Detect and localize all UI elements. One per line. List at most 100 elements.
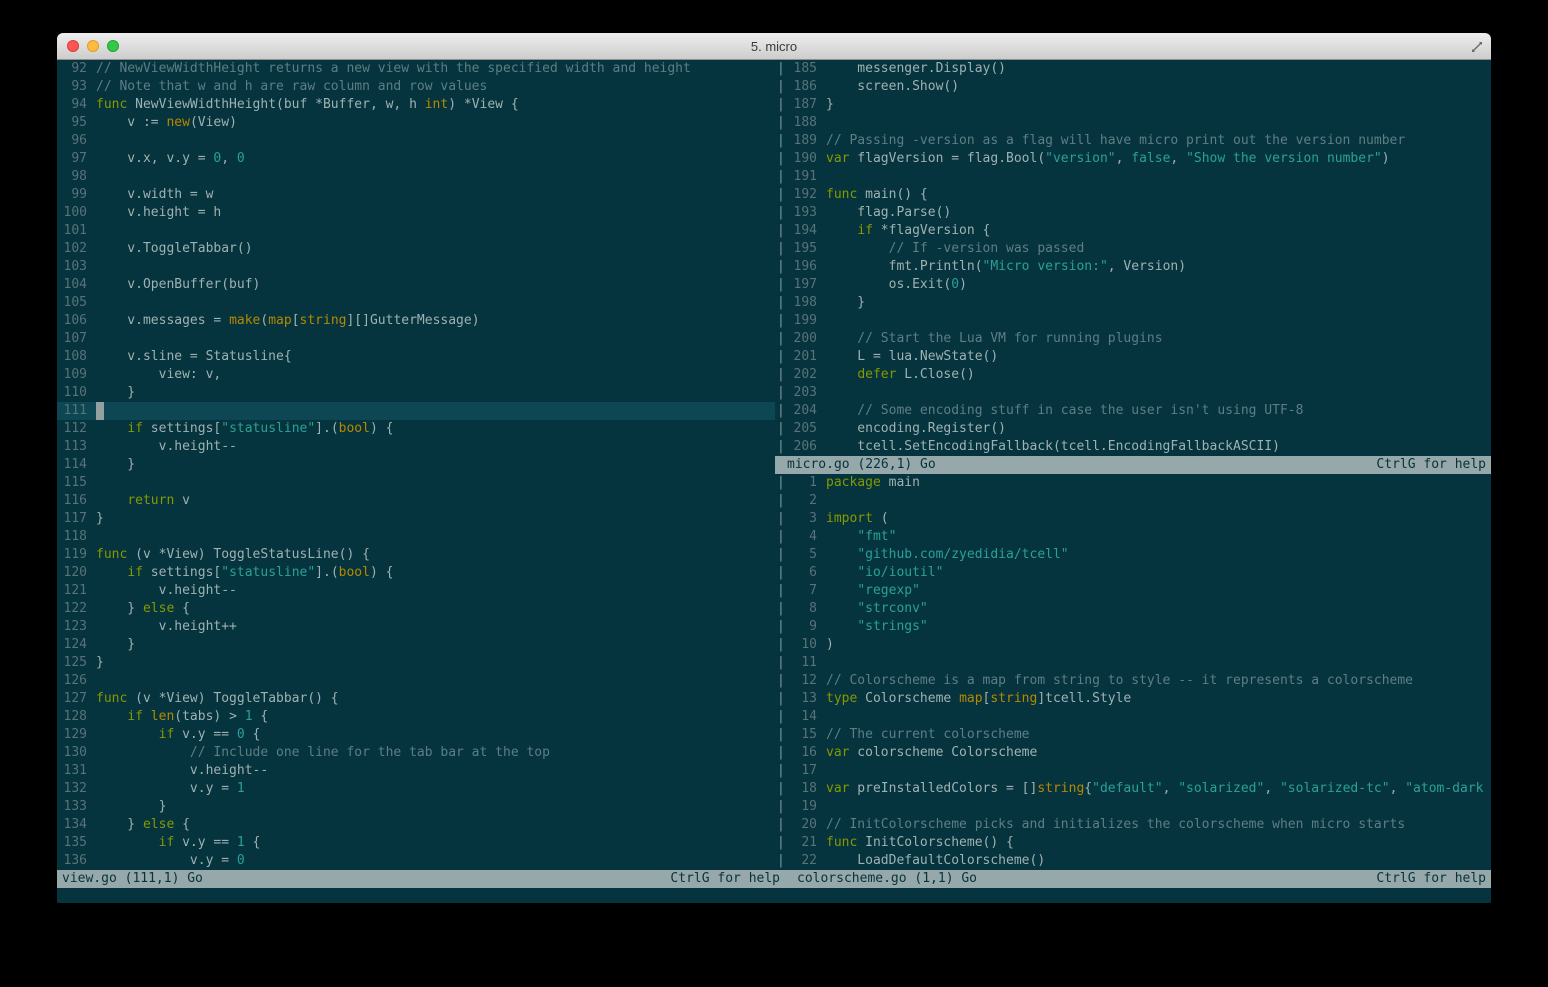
code-line[interactable]: 130 // Include one line for the tab bar … <box>57 744 775 762</box>
code-line[interactable]: | 10) <box>775 636 1491 654</box>
code-line[interactable]: | 198 } <box>775 294 1491 312</box>
code-line[interactable]: | 199 <box>775 312 1491 330</box>
code-line[interactable]: 135 if v.y == 1 { <box>57 834 775 852</box>
code-line[interactable]: | 189// Passing -version as a flag will h… <box>775 132 1491 150</box>
code-line[interactable]: | 203 <box>775 384 1491 402</box>
code-line[interactable]: 106 v.messages = make(map[string][]Gutte… <box>57 312 775 330</box>
code-line[interactable]: | 196 fmt.Println("Micro version:", Versi… <box>775 258 1491 276</box>
code-line[interactable]: | 14 <box>775 708 1491 726</box>
code-line[interactable]: | 6 "io/ioutil" <box>775 564 1491 582</box>
code-line[interactable]: 120 if settings["statusline"].(bool) { <box>57 564 775 582</box>
code-line[interactable]: 94 func NewViewWidthHeight(buf *Buffer, w… <box>57 96 775 114</box>
code-line[interactable]: | 191 <box>775 168 1491 186</box>
code-line[interactable]: | 13 type Colorscheme map[string]tcell.Sty… <box>775 690 1491 708</box>
code-line[interactable]: 118 <box>57 528 775 546</box>
code-line[interactable]: | 205 encoding.Register() <box>775 420 1491 438</box>
pane-view-go: 92// NewViewWidthHeight returns a new vi… <box>57 60 775 870</box>
code-line[interactable]: 110 } <box>57 384 775 402</box>
code-line[interactable]: | 19 <box>775 798 1491 816</box>
code-line[interactable]: | 11 <box>775 654 1491 672</box>
code-line[interactable]: | 185 messenger.Display() <box>775 60 1491 78</box>
code-line[interactable]: 95 v := new(View) <box>57 114 775 132</box>
code-line[interactable]: 109 view: v, <box>57 366 775 384</box>
code-line[interactable]: 101 <box>57 222 775 240</box>
code-line[interactable]: 129 if v.y == 0 { <box>57 726 775 744</box>
code-line[interactable]: 114 } <box>57 456 775 474</box>
close-button[interactable] <box>67 40 79 52</box>
code-line[interactable]: 107 <box>57 330 775 348</box>
code-line[interactable]: | 195 // If -version was passed <box>775 240 1491 258</box>
code-line[interactable]: | 17 <box>775 762 1491 780</box>
code-line[interactable]: | 201 L = lua.NewState() <box>775 348 1491 366</box>
code-line[interactable]: | 190 var flagVersion = flag.Bool("version… <box>775 150 1491 168</box>
code-line[interactable]: 125} <box>57 654 775 672</box>
code-line[interactable]: | 192 func main() { <box>775 186 1491 204</box>
code-line[interactable]: | 197 os.Exit(0) <box>775 276 1491 294</box>
code-line[interactable]: | 2 <box>775 492 1491 510</box>
code-line[interactable]: | 21 func InitColorscheme() { <box>775 834 1491 852</box>
code-line[interactable]: | 188 <box>775 114 1491 132</box>
terminal-window: 5. micro 92// NewViewWidthHeight returns… <box>57 33 1491 903</box>
code-line[interactable]: | 12// Colorscheme is a map from string t… <box>775 672 1491 690</box>
code-line[interactable]: | 194 if *flagVersion { <box>775 222 1491 240</box>
code-line[interactable]: | 202 defer L.Close() <box>775 366 1491 384</box>
code-line[interactable]: 132 v.y = 1 <box>57 780 775 798</box>
code-line[interactable]: 119 func (v *View) ToggleStatusLine() { <box>57 546 775 564</box>
code-line[interactable]: | 193 flag.Parse() <box>775 204 1491 222</box>
command-message-line[interactable] <box>57 888 1491 903</box>
code-line[interactable]: 131 v.height-- <box>57 762 775 780</box>
code-line[interactable]: | 4 "fmt" <box>775 528 1491 546</box>
code-line[interactable]: 128 if len(tabs) > 1 { <box>57 708 775 726</box>
code-line[interactable]: 121 v.height-- <box>57 582 775 600</box>
code-line[interactable]: | 20// InitColorscheme picks and initiali… <box>775 816 1491 834</box>
code-line[interactable]: | 5 "github.com/zyedidia/tcell" <box>775 546 1491 564</box>
code-line[interactable]: 127 func (v *View) ToggleTabbar() { <box>57 690 775 708</box>
resize-icon[interactable] <box>1470 39 1484 53</box>
code-line[interactable]: 123 v.height++ <box>57 618 775 636</box>
code-line[interactable]: | 206 tcell.SetEncodingFallback(tcell.Enc… <box>775 438 1491 456</box>
code-line[interactable]: | 9 "strings" <box>775 618 1491 636</box>
minimize-button[interactable] <box>87 40 99 52</box>
code-line[interactable]: 108 v.sline = Statusline{ <box>57 348 775 366</box>
code-line[interactable]: 93// Note that w and h are raw column an… <box>57 78 775 96</box>
code-line[interactable]: 97 v.x, v.y = 0, 0 <box>57 150 775 168</box>
code-line[interactable]: | 204 // Some encoding stuff in case the … <box>775 402 1491 420</box>
code-line[interactable]: | 18 var preInstalledColors = []string{"de… <box>775 780 1491 798</box>
code-line[interactable]: 136 v.y = 0 <box>57 852 775 870</box>
code-line[interactable]: | 16 var colorscheme Colorscheme <box>775 744 1491 762</box>
code-line[interactable]: 133 } <box>57 798 775 816</box>
code-line[interactable]: | 8 "strconv" <box>775 600 1491 618</box>
code-line[interactable]: 134 } else { <box>57 816 775 834</box>
line-number: 9 <box>809 619 817 634</box>
titlebar[interactable]: 5. micro <box>57 33 1491 60</box>
code-line[interactable]: 124 } <box>57 636 775 654</box>
code-line[interactable]: 102 v.ToggleTabbar() <box>57 240 775 258</box>
code-line[interactable]: 99 v.width = w <box>57 186 775 204</box>
code-line[interactable]: | 22 LoadDefaultColorscheme() <box>775 852 1491 870</box>
code-line[interactable]: 100 v.height = h <box>57 204 775 222</box>
code-line[interactable]: 104 v.OpenBuffer(buf) <box>57 276 775 294</box>
code-line[interactable]: 117} <box>57 510 775 528</box>
code-line[interactable]: | 200 // Start the Lua VM for running plu… <box>775 330 1491 348</box>
code-line[interactable]: 96 <box>57 132 775 150</box>
code-line[interactable]: | 1 package main <box>775 474 1491 492</box>
code-line[interactable]: 113 v.height-- <box>57 438 775 456</box>
zoom-button[interactable] <box>107 40 119 52</box>
code-line[interactable]: | 3 import ( <box>775 510 1491 528</box>
split-divider: | <box>777 601 785 616</box>
code-line[interactable]: | 187} <box>775 96 1491 114</box>
code-line[interactable]: | 186 screen.Show() <box>775 78 1491 96</box>
code-line[interactable]: 111 <box>57 402 775 420</box>
code-line[interactable]: | 7 "regexp" <box>775 582 1491 600</box>
code-line[interactable]: 105 <box>57 294 775 312</box>
code-line[interactable]: 116 return v <box>57 492 775 510</box>
code-line[interactable]: 98 <box>57 168 775 186</box>
line-number: 2 <box>809 493 817 508</box>
code-line[interactable]: 112 if settings["statusline"].(bool) { <box>57 420 775 438</box>
code-line[interactable]: 126 <box>57 672 775 690</box>
code-line[interactable]: 103 <box>57 258 775 276</box>
code-line[interactable]: 92// NewViewWidthHeight returns a new vi… <box>57 60 775 78</box>
code-line[interactable]: | 15// The current colorscheme <box>775 726 1491 744</box>
code-line[interactable]: 122 } else { <box>57 600 775 618</box>
code-line[interactable]: 115 <box>57 474 775 492</box>
